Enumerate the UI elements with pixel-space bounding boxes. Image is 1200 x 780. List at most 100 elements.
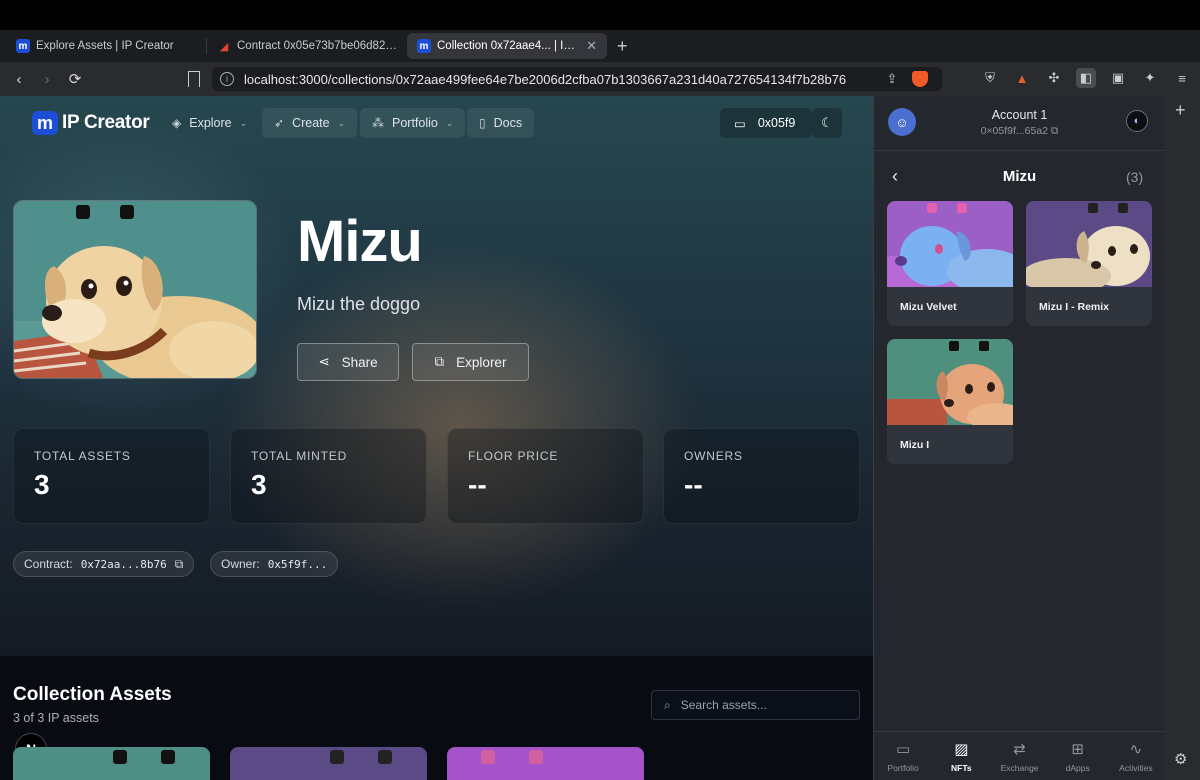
network-icon[interactable]: ◐ <box>1126 110 1148 132</box>
close-tab-icon[interactable]: ✕ <box>586 38 597 54</box>
stat-label: TOTAL ASSETS <box>34 449 131 463</box>
bottom-nav-label: Exchange <box>1000 762 1039 773</box>
bottom-nav-portfolio[interactable]: ▭ Portfolio <box>874 732 932 780</box>
nav-portfolio[interactable]: ⁂ Portfolio ⌄ <box>360 108 466 138</box>
bottom-nav-nfts[interactable]: ▨ NFTs <box>932 732 990 780</box>
wallet-button[interactable]: ▭ 0x05f9 <box>720 108 812 138</box>
collection-subtitle: Mizu the doggo <box>297 294 421 314</box>
nav-explore[interactable]: ◈ Explore ⌄ <box>160 108 259 138</box>
layers-icon: ◈ <box>172 116 182 130</box>
wallet-icon: ▭ <box>896 740 911 758</box>
logo[interactable]: m IP Creator <box>32 111 150 135</box>
bottom-nav-dapps[interactable]: ⊞ dApps <box>1049 732 1107 780</box>
explorer-button[interactable]: ⧉ Explorer <box>412 343 529 381</box>
nft-card[interactable]: Mizu Velvet <box>887 201 1013 326</box>
share-icon: ⋖ <box>318 354 330 369</box>
site-info-icon[interactable]: i <box>220 72 234 86</box>
m-logo-icon: m <box>417 39 431 53</box>
nav-create[interactable]: ➶ Create ⌄ <box>262 108 358 138</box>
account-address[interactable]: 0×05f9f...65a2 ⧉ <box>874 125 1165 138</box>
copy-icon[interactable]: ⧉ <box>175 557 184 572</box>
assets-subtitle: 3 of 3 IP assets <box>13 711 99 725</box>
forward-icon[interactable]: › <box>36 68 58 90</box>
add-panel-icon[interactable]: + <box>1175 100 1186 121</box>
nft-name: Mizu Velvet <box>900 301 957 313</box>
tab-bar: m Explore Assets | IP Creator ◢ Contract… <box>0 30 1200 62</box>
asset-card[interactable] <box>447 747 644 780</box>
cubes-icon: ⁂ <box>372 116 384 130</box>
stat-value: -- <box>684 469 703 500</box>
rocket-icon: ➶ <box>274 116 285 130</box>
back-icon[interactable]: ‹ <box>8 68 30 90</box>
wallet-bottom-nav: ▭ Portfolio ▨ NFTs ⇄ Exchange ⊞ dApps ∿ … <box>874 731 1165 780</box>
asset-card[interactable] <box>13 747 210 780</box>
share-label: Share <box>341 354 378 370</box>
tab-contract[interactable]: ◢ Contract 0x05e73b7be06d82beeb <box>207 33 407 59</box>
chevron-down-icon: ⌄ <box>337 117 346 128</box>
nft-card[interactable]: Mizu I <box>887 339 1013 464</box>
stat-floor-price: FLOOR PRICE -- <box>447 428 644 524</box>
nav-docs[interactable]: ▯ Docs <box>467 108 535 138</box>
bottom-nav-label: dApps <box>1065 762 1090 773</box>
logo-mark: m <box>32 111 58 135</box>
chevron-down-icon: ⌄ <box>239 117 248 128</box>
search-icon: ⌕ <box>664 697 671 712</box>
gear-icon[interactable]: ⚙ <box>1174 750 1187 768</box>
copy-icon[interactable]: ⧉ <box>1051 125 1059 137</box>
nav-portfolio-label: Portfolio <box>392 116 438 130</box>
collection-image <box>13 200 257 379</box>
theme-toggle[interactable]: ☾ <box>812 108 842 138</box>
search-placeholder: Search assets... <box>680 698 767 712</box>
asset-thumb <box>330 750 392 764</box>
brave-shields-icon[interactable] <box>912 71 928 87</box>
bottom-nav-exchange[interactable]: ⇄ Exchange <box>990 732 1048 780</box>
owner-chip[interactable]: Owner: 0x5f9f... <box>210 551 339 577</box>
wallet-address: 0x05f9 <box>757 116 796 130</box>
nft-name: Mizu I <box>900 439 930 451</box>
nav-explore-label: Explore <box>189 116 232 130</box>
url-text: localhost:3000/collections/0x72aae499fee… <box>244 71 847 87</box>
bookmark-icon[interactable] <box>188 71 200 87</box>
activity-icon: ∿ <box>1129 740 1143 758</box>
m-logo-icon: m <box>16 39 30 53</box>
browser-sidebar-rail: + ⚙ <box>1164 96 1200 780</box>
leo-ai-icon[interactable]: ✦ <box>1140 68 1160 88</box>
sidebar-toggle-icon[interactable]: ◧ <box>1076 68 1096 88</box>
share-button[interactable]: ⋖ Share <box>297 343 399 381</box>
rewards-icon[interactable]: ▲ <box>1012 68 1032 88</box>
search-assets-input[interactable]: ⌕ Search assets... <box>651 690 860 720</box>
assets-title: Collection Assets <box>13 684 172 705</box>
account-name[interactable]: Account 1 <box>874 108 1165 122</box>
nft-collection-title: Mizu <box>1002 168 1037 185</box>
image-icon: ▨ <box>954 740 969 758</box>
address-bar[interactable]: i localhost:3000/collections/0x72aae499f… <box>212 67 942 91</box>
bottom-nav-activities[interactable]: ∿ Activities <box>1107 732 1165 780</box>
wallet-extension-icon[interactable]: ⛨ <box>980 68 1000 88</box>
nft-image <box>1026 201 1152 294</box>
collection-title: Mizu <box>297 209 423 274</box>
contract-address: 0x72aa...8b76 <box>80 557 167 571</box>
tab-collection[interactable]: m Collection 0x72aae4... | IP Crea ✕ <box>407 33 607 59</box>
stat-label: TOTAL MINTED <box>251 449 348 463</box>
owner-label: Owner: <box>221 557 260 571</box>
asset-thumb <box>481 750 543 764</box>
share-page-icon[interactable]: ⇪ <box>882 69 902 89</box>
nft-card[interactable]: Mizu I - Remix <box>1026 201 1152 326</box>
explorer-label: Explorer <box>456 354 507 370</box>
asset-card[interactable] <box>230 747 427 780</box>
contract-chip[interactable]: Contract: 0x72aa...8b76 ⧉ <box>13 551 195 577</box>
menu-icon[interactable]: ≡ <box>1172 68 1192 88</box>
tab-title: Collection 0x72aae4... | IP Crea <box>437 40 576 52</box>
reader-icon[interactable]: ▣ <box>1108 68 1128 88</box>
new-tab-icon[interactable]: + <box>617 36 628 57</box>
extensions-icon[interactable]: ✣ <box>1044 68 1064 88</box>
external-link-icon: ⧉ <box>434 354 445 369</box>
chevron-down-icon: ⌄ <box>445 117 454 128</box>
os-top-bar <box>0 0 1200 30</box>
nft-name: Mizu I - Remix <box>1039 301 1110 313</box>
wallet-side-panel: ☺ Account 1 0×05f9f...65a2 ⧉ ◐ ‹ Mizu (3… <box>873 96 1165 780</box>
tab-explore-assets[interactable]: m Explore Assets | IP Creator <box>6 33 206 59</box>
bottom-nav-label: NFTs <box>950 762 972 773</box>
divider <box>874 150 1165 151</box>
reload-icon[interactable]: ⟳ <box>64 68 86 90</box>
